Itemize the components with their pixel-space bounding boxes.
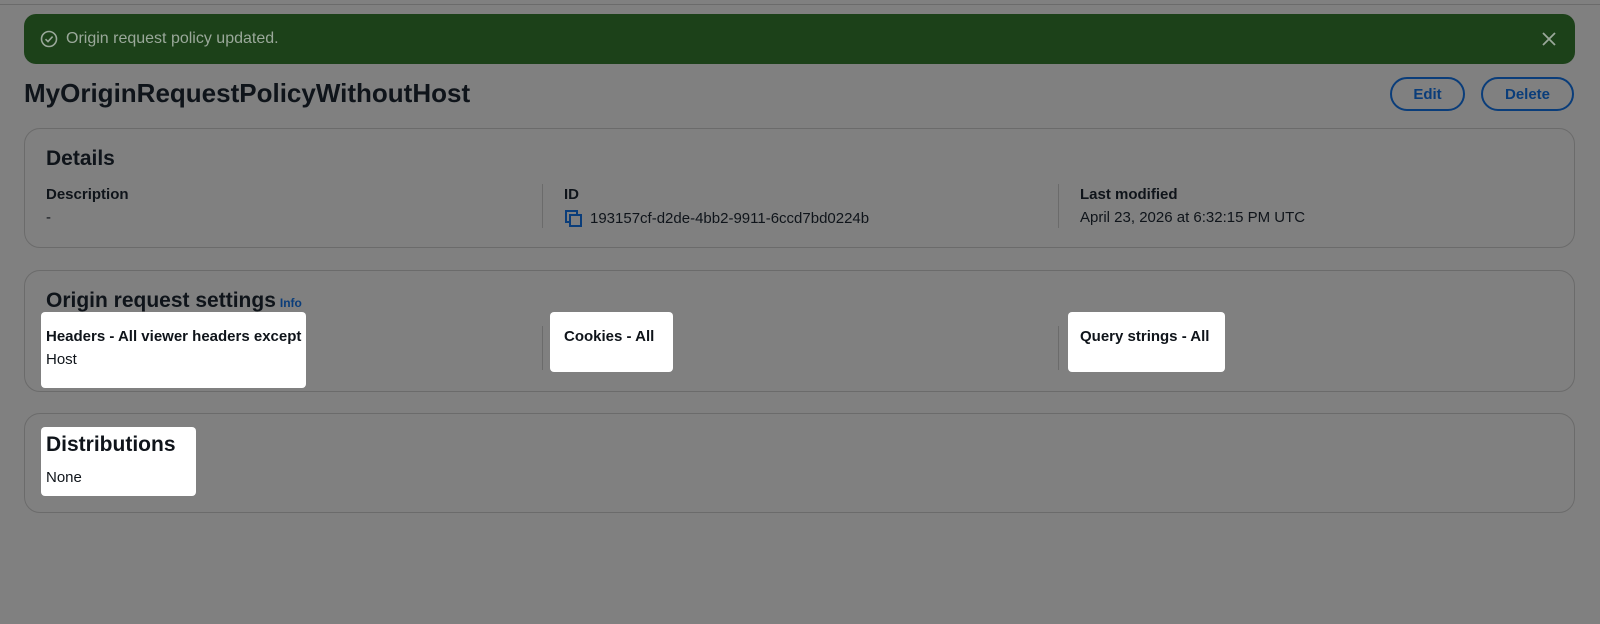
query-strings-label: Query strings - All: [1080, 328, 1210, 345]
query-strings-field: Query strings - All: [1080, 328, 1209, 345]
copy-icon[interactable]: [564, 209, 584, 229]
column-divider: [1058, 184, 1059, 228]
cookies-field: Cookies - All: [564, 328, 654, 345]
details-panel: Details Description - ID 193157cf-d2de-4…: [24, 128, 1575, 248]
settings-heading-text: Origin request settings: [46, 289, 276, 312]
last-modified-field: Last modified April 23, 2026 at 6:32:15 …: [1080, 186, 1305, 226]
id-field: ID 193157cf-d2de-4bb2-9911-6ccd7bd0224b: [564, 186, 869, 229]
distributions-value: None: [46, 469, 82, 486]
success-flashbar: Origin request policy updated.: [24, 14, 1575, 64]
last-modified-value: April 23, 2026 at 6:32:15 PM UTC: [1080, 209, 1306, 226]
details-heading: Details: [46, 147, 115, 170]
info-link[interactable]: Info: [280, 296, 302, 310]
distributions-heading: Distributions: [46, 433, 176, 456]
edit-button[interactable]: Edit: [1390, 77, 1465, 111]
page-title: MyOriginRequestPolicyWithoutHost: [24, 78, 471, 108]
distributions-panel: Distributions None: [24, 413, 1575, 513]
last-modified-label: Last modified: [1080, 186, 1178, 203]
origin-request-settings-panel: Origin request settings Info Headers - Al…: [24, 270, 1575, 392]
description-value: -: [46, 209, 51, 226]
id-label: ID: [564, 186, 579, 203]
description-field: Description -: [46, 186, 129, 226]
delete-button[interactable]: Delete: [1481, 77, 1574, 111]
close-icon[interactable]: [1539, 29, 1559, 49]
column-divider: [1058, 326, 1059, 370]
headers-field: Headers - All viewer headers except Host: [46, 328, 301, 368]
column-divider: [542, 326, 543, 370]
column-divider: [542, 184, 543, 228]
headers-value: Host: [46, 351, 77, 368]
cookies-label: Cookies - All: [564, 328, 655, 345]
flash-message: Origin request policy updated.: [66, 30, 279, 47]
id-value-row: 193157cf-d2de-4bb2-9911-6ccd7bd0224b: [564, 209, 869, 229]
description-label: Description: [46, 186, 129, 203]
id-value: 193157cf-d2de-4bb2-9911-6ccd7bd0224b: [590, 209, 870, 227]
top-divider: [0, 0, 1600, 5]
settings-heading: Origin request settings Info: [46, 289, 302, 313]
success-check-icon: [40, 30, 58, 48]
headers-label: Headers - All viewer headers except: [46, 328, 302, 345]
